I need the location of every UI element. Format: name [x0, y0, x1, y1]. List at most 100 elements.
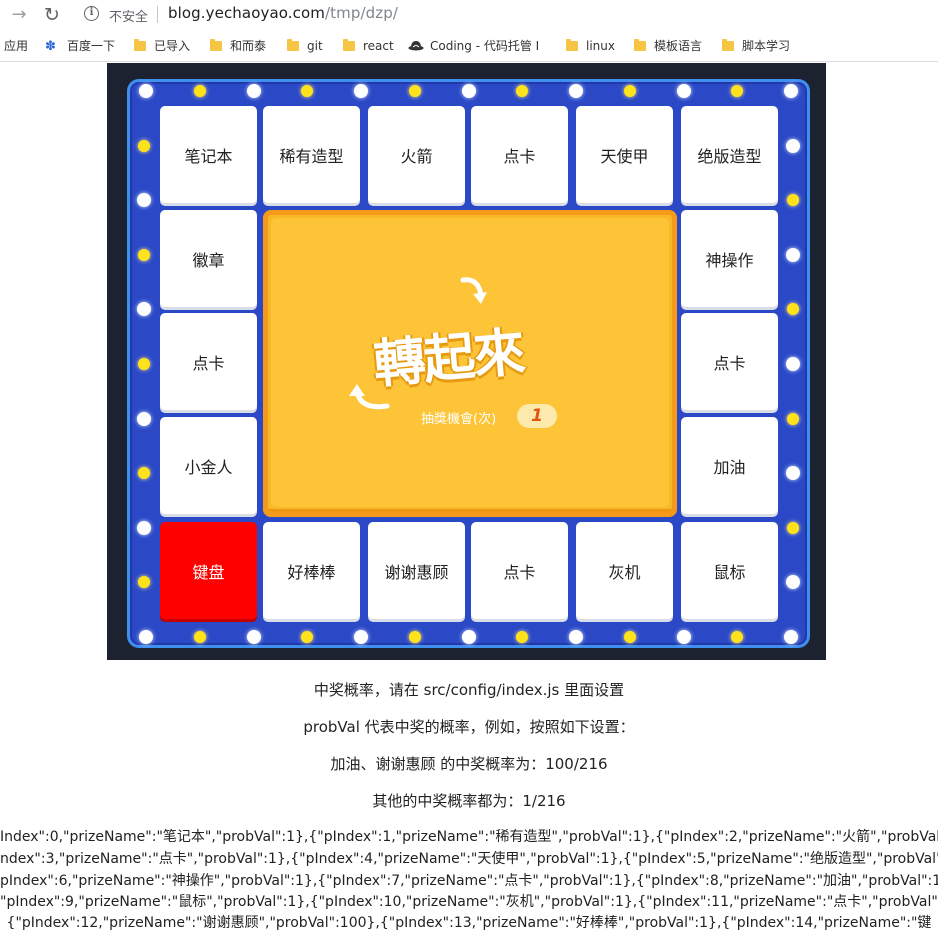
marquee-lamp — [138, 358, 150, 370]
bookmark-react[interactable]: react — [343, 38, 394, 54]
prize-cell[interactable]: 点卡 — [681, 313, 778, 410]
url-path: /tmp/dzp/ — [324, 4, 398, 22]
address-divider — [157, 6, 158, 23]
bookmark-git[interactable]: git — [287, 38, 323, 54]
marquee-lamp — [784, 84, 798, 98]
bookmark-baidu[interactable]: ✽ 百度一下 — [45, 38, 115, 54]
bookmark-label: 和而泰 — [230, 39, 267, 53]
marquee-lamp — [461, 84, 476, 98]
prize-cell[interactable]: 绝版造型 — [681, 106, 778, 203]
url-field[interactable]: blog.yechaoyao.com/tmp/dzp/ — [168, 4, 398, 22]
marquee-lamp — [246, 630, 261, 644]
marquee-lamp — [138, 467, 150, 480]
prize-cell[interactable]: 稀有造型 — [263, 106, 360, 203]
prize-cell[interactable]: 小金人 — [160, 417, 257, 514]
baidu-paw-icon: ✽ — [45, 39, 56, 54]
bookmark-apps[interactable]: 应用 — [4, 38, 28, 54]
prize-cell[interactable]: 徽章 — [160, 210, 257, 307]
config-json-line: {"pIndex":12,"prizeName":"谢谢惠顾","probVal… — [6, 915, 932, 930]
bookmark-label: git — [307, 39, 323, 53]
bookmark-label: react — [363, 39, 394, 53]
curved-arrow-icon — [349, 384, 390, 410]
marquee-lamp — [623, 631, 636, 643]
curved-arrow-icon — [460, 277, 487, 304]
prize-cell[interactable]: 好棒棒 — [263, 522, 360, 619]
bookmark-label: 模板语言 — [654, 39, 703, 53]
marquee-lamp — [786, 357, 800, 371]
marquee-lamp — [569, 630, 583, 644]
folder-icon — [634, 39, 646, 51]
marquee-lamp — [787, 521, 799, 534]
marquee-lamp — [137, 302, 151, 317]
marquee-lamp — [786, 466, 800, 481]
forward-arrow-icon[interactable]: → — [8, 4, 30, 26]
prize-cell[interactable]: 点卡 — [471, 106, 568, 203]
note-line-2: probVal 代表中奖的概率，例如，按照如下设置： — [303, 718, 635, 736]
marquee-lamp — [676, 630, 691, 644]
marquee-lamp — [731, 631, 744, 643]
folder-icon — [287, 39, 299, 51]
address-bar: → ↻ i 不安全 blog.yechaoyao.com/tmp/dzp/ — [0, 0, 938, 30]
bookmark-label: 百度一下 — [67, 39, 116, 53]
bookmark-heertai[interactable]: 和而泰 — [210, 38, 266, 54]
prize-cell[interactable]: 神操作 — [681, 210, 778, 307]
marquee-lamp — [731, 85, 744, 97]
reload-icon[interactable]: ↻ — [41, 4, 63, 26]
prize-cell[interactable]: 鼠标 — [681, 522, 778, 619]
folder-icon — [722, 39, 734, 51]
folder-icon — [210, 39, 222, 51]
bookmark-imported[interactable]: 已导入 — [134, 38, 190, 54]
marquee-lamp — [354, 84, 368, 98]
marquee-lamp — [784, 630, 798, 644]
security-label[interactable]: 不安全 — [109, 6, 148, 25]
config-json-line: Index":0,"prizeName":"笔记本","probVal":1},… — [0, 829, 938, 845]
marquee-lamp — [516, 631, 529, 643]
marquee-lamp — [301, 85, 314, 97]
marquee-lamp — [137, 411, 151, 426]
config-json-line: "pIndex":9,"prizeName":"鼠标","probVal":1}… — [0, 894, 938, 910]
bookmark-label: 已导入 — [154, 39, 191, 53]
folder-icon — [343, 39, 355, 51]
marquee-lamp — [676, 84, 691, 98]
marquee-lamp — [787, 194, 799, 207]
marquee-lamp — [786, 247, 800, 262]
marquee-lamp — [408, 85, 421, 97]
bookmark-templates[interactable]: 模板语言 — [634, 38, 702, 54]
bookmark-label: 脚本学习 — [742, 39, 791, 53]
prize-cell[interactable]: 天使甲 — [576, 106, 673, 203]
folder-icon — [134, 39, 146, 51]
bookmark-linux[interactable]: linux — [566, 38, 615, 54]
prize-cell-highlighted[interactable]: 键盘 — [160, 522, 257, 619]
note-line-3: 加油、谢谢惠顾 的中奖概率为：100/216 — [330, 755, 608, 773]
marquee-lamp — [461, 630, 476, 644]
prize-cell[interactable]: 点卡 — [160, 313, 257, 410]
prize-cell[interactable]: 加油 — [681, 417, 778, 514]
prize-cell[interactable]: 笔记本 — [160, 106, 257, 203]
marquee-lamp — [787, 303, 799, 316]
start-button-face: 轉起來 抽獎機會(次) 1 — [271, 218, 669, 507]
start-spin-button[interactable]: 轉起來 抽獎機會(次) 1 — [263, 210, 677, 517]
marquee-lamp — [246, 84, 261, 98]
prize-cell[interactable]: 点卡 — [471, 522, 568, 619]
config-json-line: pIndex":6,"prizeName":"神操作","probVal":1}… — [0, 873, 938, 889]
prize-cell[interactable]: 火箭 — [368, 106, 465, 203]
marquee-lamp — [138, 248, 150, 261]
bookmark-coding[interactable]: Coding - 代码托管 I — [408, 38, 539, 54]
bookmark-scripts[interactable]: 脚本学习 — [722, 38, 790, 54]
marquee-lamp — [139, 84, 153, 98]
marquee-lamp — [516, 85, 529, 97]
info-icon[interactable]: i — [84, 6, 99, 21]
marquee-lamp — [786, 575, 800, 590]
marquee-lamp — [623, 85, 636, 97]
marquee-lamp — [569, 84, 583, 98]
lottery-stage: 笔记本 稀有造型 火箭 点卡 天使甲 绝版造型 神操作 点卡 加油 鼠标 灰机 … — [107, 63, 826, 660]
chance-count-badge: 1 — [517, 404, 557, 428]
marquee-lamp — [786, 138, 800, 153]
marquee-lamp — [301, 631, 314, 643]
config-json-line: ndex":3,"prizeName":"点卡","probVal":1},{"… — [0, 851, 938, 867]
marquee-lamp — [137, 193, 151, 208]
prize-cell[interactable]: 灰机 — [576, 522, 673, 619]
prize-cell[interactable]: 谢谢惠顾 — [368, 522, 465, 619]
marquee-lamp — [787, 412, 799, 425]
marquee-lamp — [193, 85, 206, 97]
